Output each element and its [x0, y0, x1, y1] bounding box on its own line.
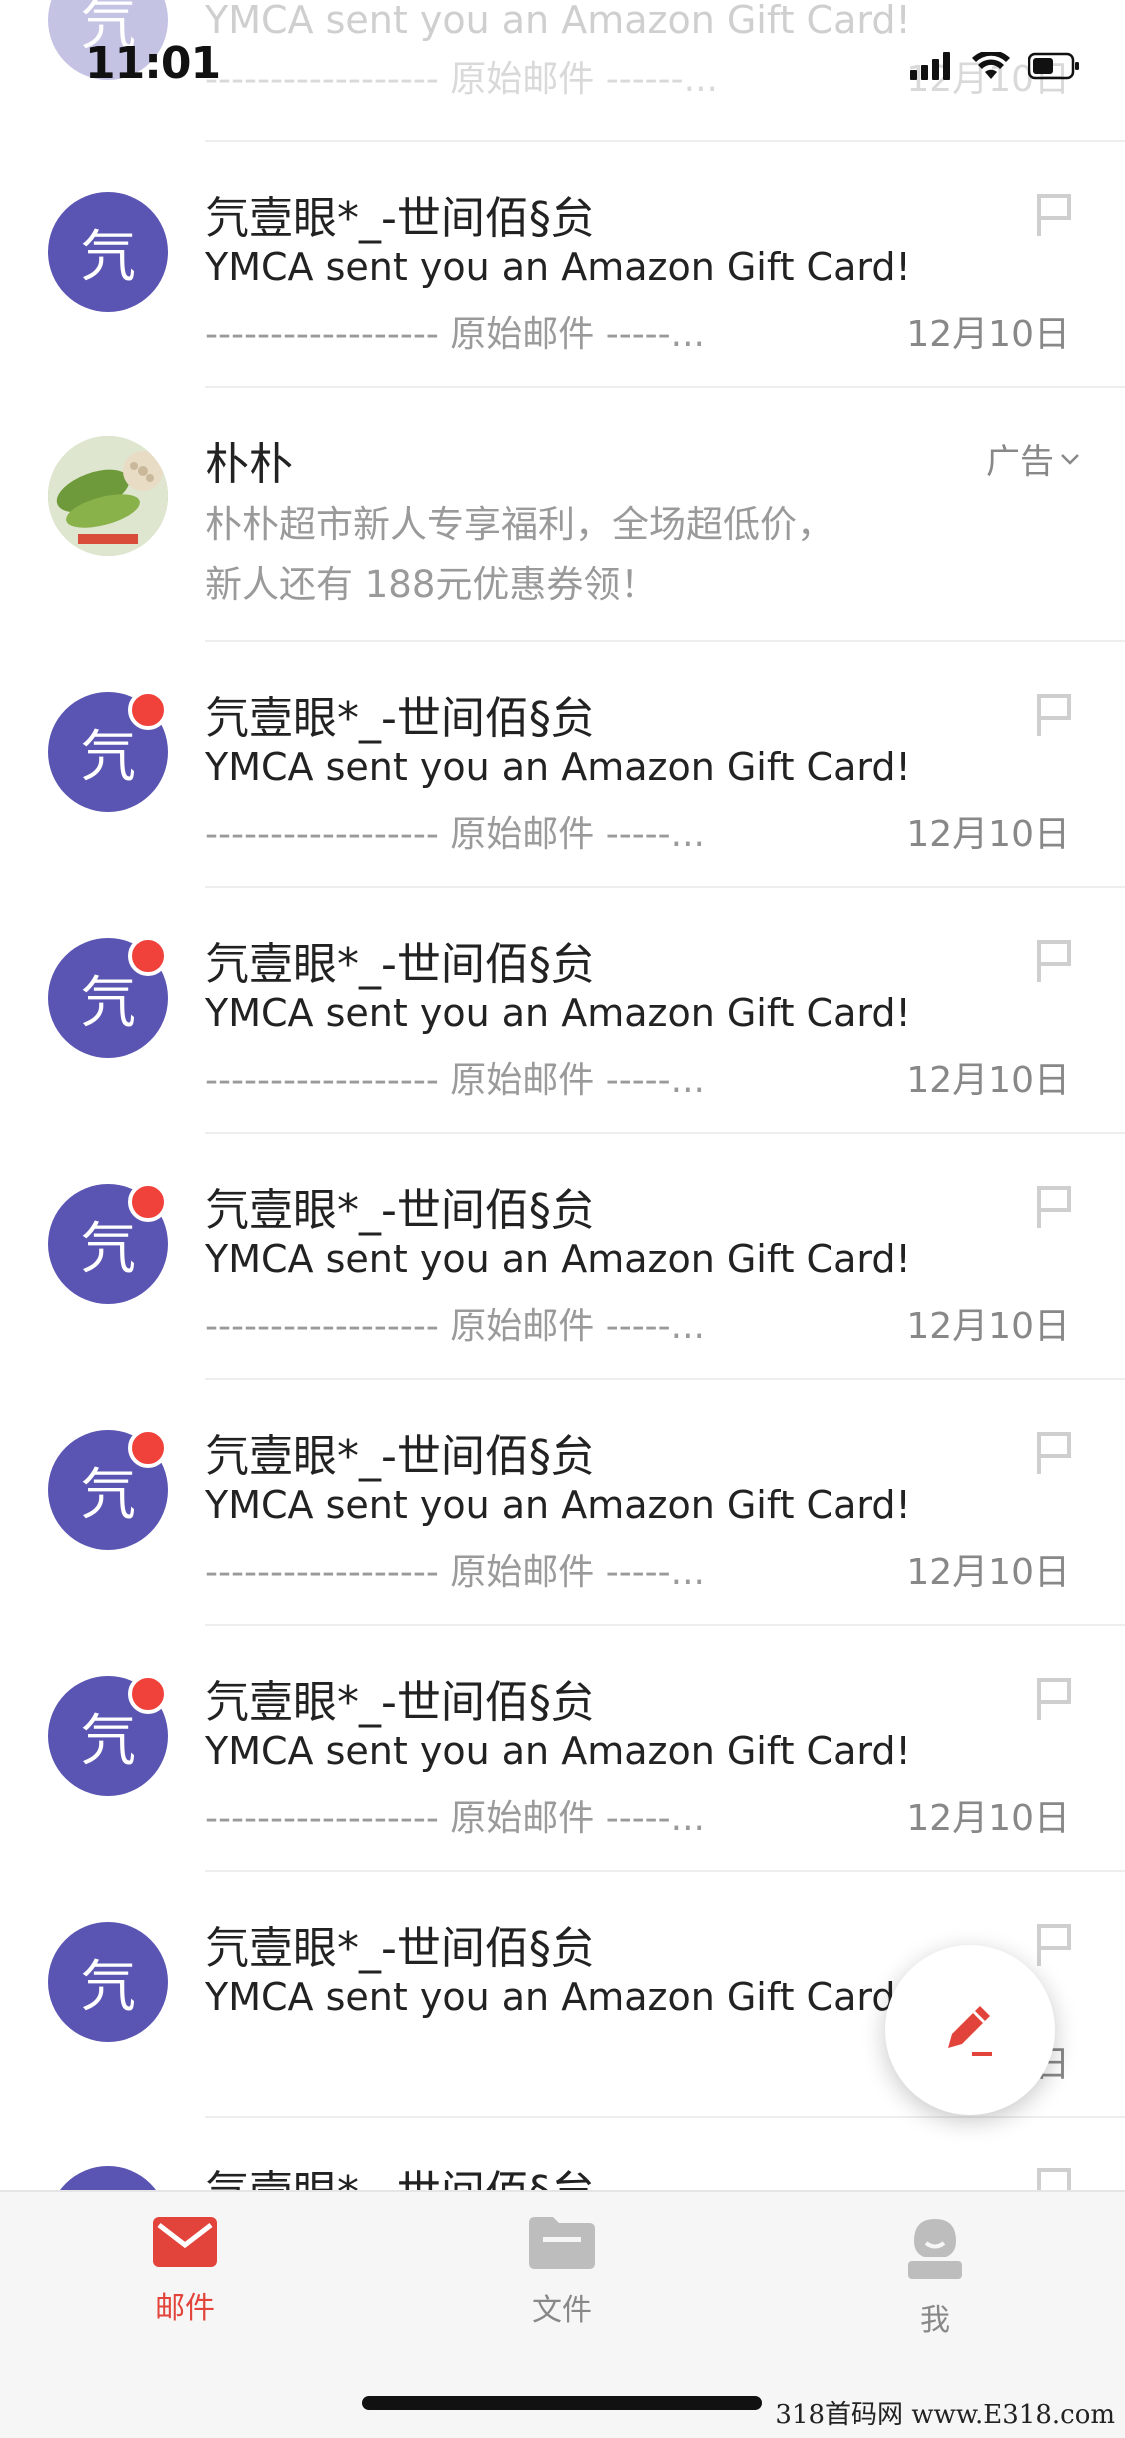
wifi-icon [972, 52, 1010, 79]
flag-icon[interactable] [1033, 190, 1075, 238]
email-sender: 氕壹眼*_-世间佰§贠 [205, 1431, 595, 1482]
avatar: 氕 [48, 192, 168, 312]
ad-avatar-image [48, 436, 168, 556]
email-preview: ------------------ 原始邮件 -----... [205, 1306, 705, 1347]
unread-dot [128, 1674, 168, 1714]
unread-dot [128, 1428, 168, 1468]
list-item[interactable]: 氕 氕壹眼*_-世间佰§贠 YMCA sent you an Amazon Gi… [0, 640, 1125, 888]
list-item[interactable]: 氕 氕壹眼*_-世间佰§贠 YMCA sent you an Amazon Gi… [0, 1624, 1125, 1872]
compose-button[interactable] [885, 1945, 1055, 2115]
email-sender: 氕壹眼*_-世间佰§贠 [205, 193, 595, 244]
flag-icon[interactable] [1033, 1674, 1075, 1722]
flag-icon[interactable] [1033, 936, 1075, 984]
flag-icon[interactable] [1033, 1182, 1075, 1230]
email-subject: YMCA sent you an Amazon Gift Card! [205, 1975, 895, 2019]
email-preview: ------------------ 原始邮件 -----... [205, 814, 705, 855]
mail-icon [153, 2217, 217, 2267]
email-sender: 氕壹眼*_-世间佰§贠 [205, 1677, 595, 1728]
email-sender: 氕壹眼*_-世间佰§贠 [205, 1923, 595, 1974]
signal-icon [910, 52, 950, 80]
email-preview: ------------------ 原始邮件 -----... [205, 1060, 705, 1101]
email-sender: 氕壹眼*_-世间佰§贠 [205, 939, 595, 990]
flag-icon[interactable] [1033, 1428, 1075, 1476]
battery-icon [1028, 52, 1079, 80]
pencil-icon [948, 2006, 992, 2056]
ad-line-1: 朴朴超市新人专享福利，全场超低价， [205, 503, 834, 546]
email-subject: YMCA sent you an Amazon Gift Card! [205, 1483, 911, 1527]
email-preview: ------------------ 原始邮件 -----... [205, 1798, 705, 1839]
list-item-partial-bottom[interactable]: 氕壹眼*_-世间佰§贠 [0, 2116, 1125, 2286]
ad-label[interactable]: 广告 [986, 434, 1080, 483]
tab-mail[interactable]: 邮件 [85, 2217, 285, 2327]
chevron-down-icon [1061, 453, 1079, 465]
unread-dot [128, 936, 168, 976]
tab-me[interactable]: 我 [835, 2217, 1035, 2339]
tab-me-label: 我 [920, 2303, 950, 2338]
email-date: 12月10日 [906, 814, 1070, 855]
list-item[interactable]: 氕 氕壹眼*_-世间佰§贠 YMCA sent you an Amazon Gi… [0, 1132, 1125, 1380]
list-item[interactable]: 氕 氕壹眼*_-世间佰§贠 YMCA sent you an Amazon Gi… [0, 886, 1125, 1134]
folder-icon [529, 2217, 595, 2269]
email-date: 12月10日 [906, 1306, 1070, 1347]
email-sender: 氕壹眼*_-世间佰§贠 [205, 693, 595, 744]
status-time: 11:01 [85, 38, 221, 89]
flag-icon[interactable] [1033, 1920, 1075, 1968]
tab-mail-label: 邮件 [155, 2291, 215, 2326]
list-item[interactable]: 氕 氕壹眼*_-世间佰§贠 YMCA sent you an Amazon Gi… [0, 1378, 1125, 1626]
email-subject: YMCA sent you an Amazon Gift Card! [205, 1729, 911, 1773]
email-preview: ------------------ 原始邮件 -----... [205, 314, 705, 355]
unread-dot [128, 690, 168, 730]
ad-line-2: 新人还有 188元优惠券领！ [205, 563, 658, 606]
email-subject: YMCA sent you an Amazon Gift Card! [205, 991, 911, 1035]
status-bar: 11:01 [0, 0, 1125, 135]
email-date: 12月10日 [906, 1798, 1070, 1839]
tab-files[interactable]: 文件 [462, 2217, 662, 2329]
ad-label-text: 广告 [986, 442, 1054, 482]
status-icons [910, 52, 1080, 80]
avatar: 氕 [48, 1922, 168, 2042]
home-indicator[interactable] [362, 2396, 762, 2410]
tab-files-label: 文件 [532, 2293, 592, 2328]
profile-icon [908, 2219, 962, 2279]
email-date: 12月10日 [906, 1552, 1070, 1593]
email-subject: YMCA sent you an Amazon Gift Card! [205, 1237, 911, 1281]
unread-dot [128, 1182, 168, 1222]
list-item[interactable]: 氕 氕壹眼*_-世间佰§贠 YMCA sent you an Amazon Gi… [0, 140, 1125, 388]
email-date: 12月10日 [906, 1060, 1070, 1101]
ad-sender: 朴朴 [205, 439, 293, 490]
flag-icon[interactable] [1033, 690, 1075, 738]
email-date: 12月10日 [906, 314, 1070, 355]
ad-item[interactable]: 朴朴 广告 朴朴超市新人专享福利，全场超低价， 新人还有 188元优惠券领！ [0, 386, 1125, 642]
email-preview: ------------------ 原始邮件 -----... [205, 1552, 705, 1593]
email-sender: 氕壹眼*_-世间佰§贠 [205, 1185, 595, 1236]
watermark: 318首码网 www.E318.com [775, 2400, 1115, 2430]
email-subject: YMCA sent you an Amazon Gift Card! [205, 745, 911, 789]
email-subject: YMCA sent you an Amazon Gift Card! [205, 245, 911, 289]
